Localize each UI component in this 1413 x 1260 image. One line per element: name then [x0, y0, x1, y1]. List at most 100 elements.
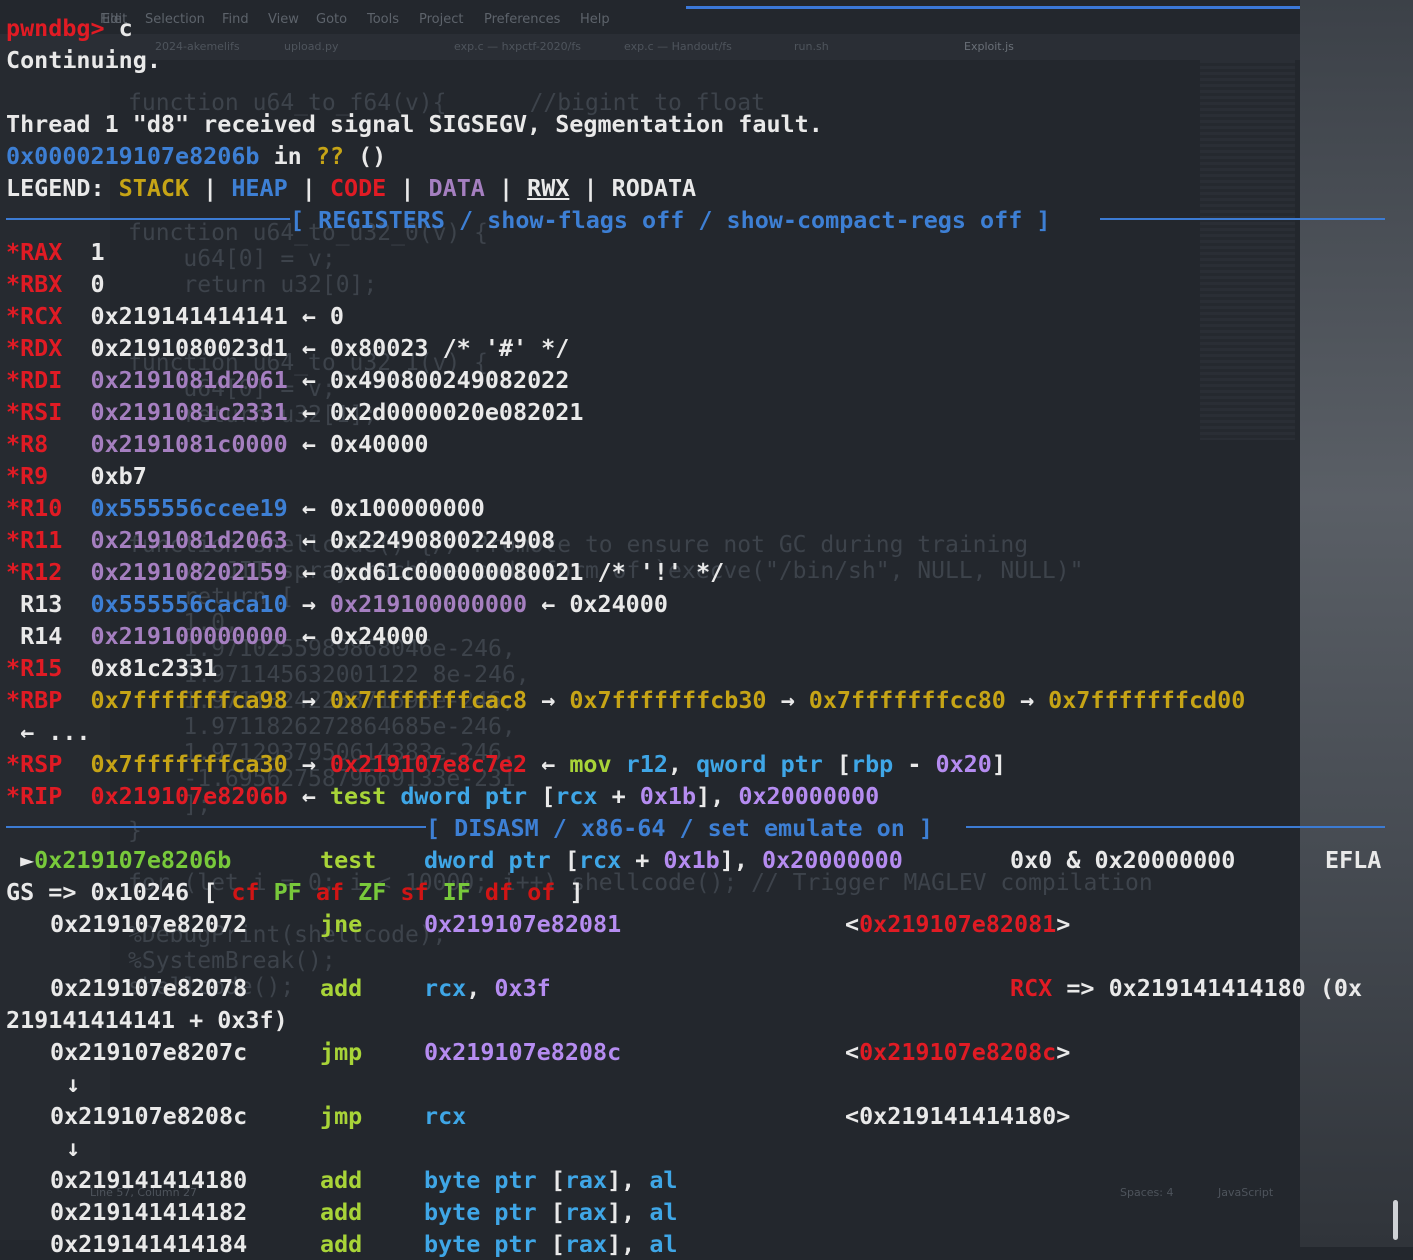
operand: rcx [424, 1102, 467, 1130]
register-name: R13 [6, 590, 63, 618]
register-value: 0x7fffffffca30 [90, 750, 288, 778]
operand: al [649, 1230, 678, 1258]
register-value: 0x2191081d2063 [90, 526, 288, 554]
register-rcx: *RCX 0x219141414141 ← 0 [6, 300, 344, 332]
legend-rwx: RWX [527, 174, 570, 202]
operand: dword ptr [424, 846, 551, 874]
pointer-target: 0x22490800224908 [329, 526, 556, 554]
stack-pointer: 0x7fffffffcb30 [569, 686, 767, 714]
pointer-arrow: → [287, 750, 330, 778]
disasm-header: [ DISASM / x86-64 / set emulate on ] [426, 814, 933, 842]
pointer-arrow: ← [287, 366, 330, 394]
operand: ], [607, 1166, 650, 1194]
header-rule [6, 826, 426, 828]
register-value: 0xb7 [90, 462, 147, 490]
register-r15: *R15 0x81c2331 [6, 652, 217, 684]
operand: al [649, 1166, 678, 1194]
register-name: *R9 [6, 462, 49, 490]
bracket: > [1056, 1038, 1071, 1066]
operand: [ [527, 782, 556, 810]
fault-paren: () [344, 142, 387, 170]
operand: byte ptr [424, 1166, 537, 1194]
operand: rcx [578, 846, 622, 874]
instruction-address: 0x219141414184 [50, 1230, 248, 1258]
legend-line: LEGEND: STACK | HEAP | CODE | DATA | RWX… [6, 172, 696, 204]
flag-cf: cf [231, 878, 260, 906]
instruction-mnemonic: add [320, 974, 363, 1002]
eflags-line: GS => 0x10246 [ cf PF af ZF sf IF df of … [6, 876, 584, 908]
pointer-target: 0x40000 [329, 430, 429, 458]
stack-pointer: 0x7fffffffcd00 [1048, 686, 1246, 714]
header-rule [1100, 218, 1385, 220]
register-value: 0x2191081c2331 [90, 398, 288, 426]
pointer-target: 0x24000 [329, 622, 429, 650]
register-value: 0x2191080023d1 [90, 334, 288, 362]
operand: rbp [851, 750, 894, 778]
instruction-address: 0x219141414182 [50, 1198, 248, 1226]
register-value: 0x219107e8206b [90, 782, 288, 810]
continuing-line: Continuing. [6, 46, 161, 74]
fault-in: in [259, 142, 316, 170]
legend-data: DATA [428, 174, 485, 202]
register-name: *RSI [6, 398, 63, 426]
register-name: R14 [6, 622, 63, 650]
operand: byte ptr [424, 1198, 537, 1226]
operand: [ [550, 846, 579, 874]
pointer-target: 0x490800249082022 [329, 366, 570, 394]
flag-of: of [527, 878, 556, 906]
register-value: 1 [90, 238, 105, 266]
operand: 0x219107e82081 [424, 910, 622, 938]
operand: [ [536, 1198, 565, 1226]
register-value: 0x81c2331 [90, 654, 218, 682]
signal-line: Thread 1 "d8" received signal SIGSEGV, S… [6, 110, 823, 138]
legend-heap: HEAP [231, 174, 288, 202]
legend-sep: | [287, 174, 330, 202]
disasm-current-ins: test [320, 844, 376, 876]
fault-symbol: ?? [315, 142, 344, 170]
operand: - [893, 750, 936, 778]
prompt-line: pwndbg> c [6, 12, 133, 44]
operand: 0x20 [935, 750, 992, 778]
stack-pointer: 0x7fffffffcc80 [808, 686, 1006, 714]
emulation-comment: RCX => 0x219141414180 (0x [1010, 972, 1362, 1004]
pointer-target: 0 [329, 302, 345, 330]
operand: rax [564, 1230, 608, 1258]
operand: 0x1b [639, 782, 697, 810]
stack-pointer: 0x7fffffffca98 [90, 686, 288, 714]
eflags-end: ] [555, 878, 584, 906]
flag-pf: PF [273, 878, 302, 906]
pointer-arrow: ← [287, 526, 330, 554]
emulation-comment-wrap: 219141414141 + 0x3f) [6, 1006, 288, 1034]
operand: dword ptr [386, 782, 528, 810]
operands: byte ptr [rax], al [424, 1228, 678, 1260]
fault-address: 0x0000219107e8206b [6, 142, 260, 170]
register-name: *RIP [6, 782, 63, 810]
flag-af: af [315, 878, 345, 906]
register-value: 0 [90, 270, 105, 298]
register-value: 0x219141414141 [90, 302, 288, 330]
down-arrow-icon: ↓ [66, 1070, 81, 1098]
disasm-current-line: ►0x219107e8206b [6, 844, 231, 876]
register-name: *R10 [6, 494, 63, 522]
operand: rcx [555, 782, 598, 810]
operand: qword ptr [696, 750, 823, 778]
operand: ], [607, 1198, 650, 1226]
pointer-target: 0x219107e8c7e2 [329, 750, 528, 778]
register-rsi: *RSI 0x2191081c2331 ← 0x2d0000020e082021 [6, 396, 583, 428]
bracket: < [845, 1038, 860, 1066]
pointer-arrow: → [527, 686, 570, 714]
operands: byte ptr [rax], al [424, 1196, 678, 1228]
instruction-address: 0x219107e8206b [34, 846, 232, 874]
operand: al [649, 1198, 678, 1226]
instruction-mnemonic: add [320, 1166, 363, 1194]
register-r8: *R8 0x2191081c0000 ← 0x40000 [6, 428, 428, 460]
instruction-address: 0x219107e8207c [50, 1038, 248, 1066]
register-name: *R8 [6, 430, 49, 458]
register-rsp: *RSP 0x7fffffffca30 → 0x219107e8c7e2 ← m… [6, 748, 1006, 780]
instruction-mnemonic: jmp [320, 1102, 363, 1130]
operand: [ [536, 1166, 565, 1194]
register-name: *R15 [6, 654, 63, 682]
register-rip: *RIP 0x219107e8206b ← test dword ptr [rc… [6, 780, 879, 812]
operand: ] [991, 750, 1006, 778]
legend-sep: | [569, 174, 612, 202]
